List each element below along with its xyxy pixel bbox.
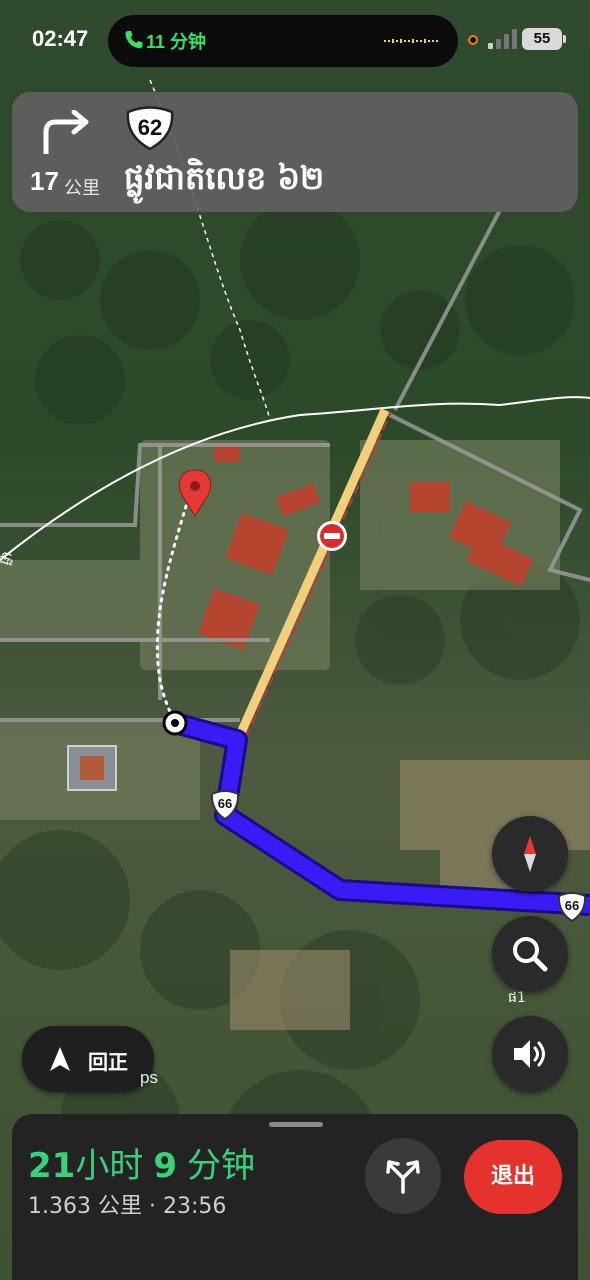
sound-button[interactable] — [492, 1016, 568, 1092]
route-62-shield: 62 — [124, 106, 176, 151]
call-indicator[interactable]: 11 分钟 — [108, 15, 458, 67]
route-shield-label: 66 — [564, 898, 580, 913]
alternate-routes-button[interactable] — [365, 1138, 441, 1214]
separator: · — [148, 1194, 156, 1219]
alternate-routes-icon — [386, 1160, 420, 1194]
sheet-grabber[interactable] — [269, 1122, 323, 1127]
search-icon — [513, 937, 548, 972]
route-shield-66: 66 — [209, 790, 241, 821]
next-maneuver-card[interactable]: 17 公里 62 ផ្លូវជាតិលេខ ៦២ — [12, 92, 578, 212]
trip-summary-sheet[interactable]: 21小时 9 分钟 1.363 公里 · 23:56 退出 — [12, 1114, 578, 1280]
exit-navigation-button[interactable]: 退出 — [464, 1140, 562, 1214]
battery-level: 55 — [522, 28, 566, 50]
recenter-label: 回正 — [88, 1050, 128, 1074]
recenter-button[interactable]: 回正 — [22, 1026, 154, 1092]
audio-waveform-icon — [384, 39, 438, 43]
trip-details: 1.363 公里 · 23:56 — [28, 1188, 226, 1220]
system-indicators: 55 — [466, 26, 566, 54]
call-duration: 11 分钟 — [146, 32, 207, 52]
clock: 02:47 — [32, 26, 89, 51]
status-bar: 02:47 11 分钟 55 — [0, 0, 590, 80]
sound-icon — [514, 1040, 545, 1068]
remaining-distance: 1.363 公里 — [28, 1194, 142, 1219]
compass-button[interactable] — [492, 816, 568, 892]
phone-icon — [125, 31, 143, 49]
eta-minutes: 9 — [153, 1146, 177, 1186]
route-number: 62 — [137, 115, 163, 140]
eta-duration: 21小时 9 分钟 — [28, 1138, 255, 1187]
arrival-time: 23:56 — [162, 1194, 227, 1219]
map-attribution: ps — [140, 1068, 158, 1087]
route-shield-66-end: 66 — [556, 892, 588, 923]
maneuver-distance-unit: 公里 — [64, 178, 100, 199]
no-entry-icon[interactable] — [317, 521, 347, 551]
recording-dot-icon — [468, 35, 478, 45]
eta-minutes-unit: 分钟 — [187, 1146, 255, 1186]
search-button[interactable] — [492, 916, 568, 992]
turn-right-arrow-icon — [43, 110, 89, 154]
compass-icon — [524, 836, 536, 872]
maneuver-distance: 17 — [30, 166, 59, 196]
cellular-signal-icon — [488, 29, 517, 49]
eta-hours: 21 — [28, 1146, 76, 1186]
route-shield-label: 66 — [217, 796, 233, 811]
street-name: ផ្លូវជាតិលេខ ៦២ — [124, 159, 325, 197]
navigation-arrow-icon — [50, 1047, 70, 1071]
eta-hours-unit: 小时 — [75, 1146, 144, 1186]
